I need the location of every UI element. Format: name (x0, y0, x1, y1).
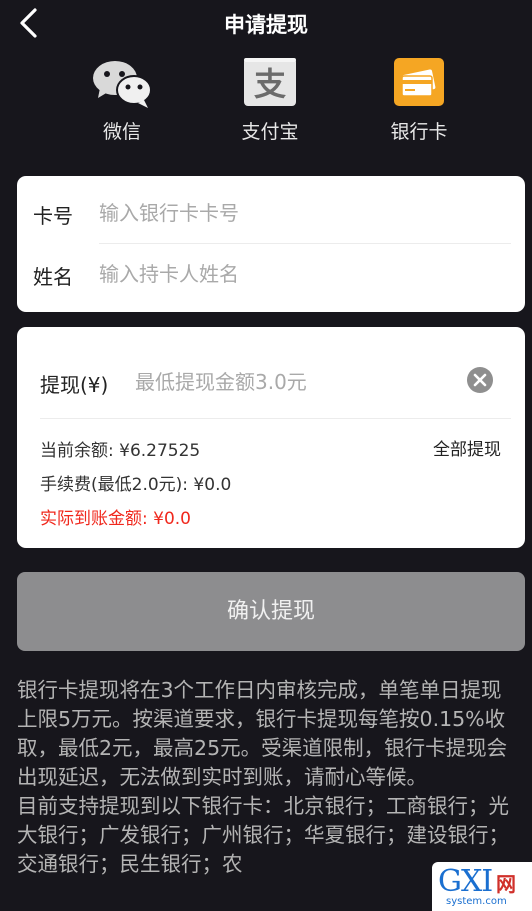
method-wechat[interactable]: 微信 (67, 58, 177, 146)
method-label: 微信 (102, 121, 141, 143)
alipay-icon: 支 (238, 58, 302, 110)
close-circle-icon (467, 367, 493, 393)
divider (99, 243, 511, 244)
card-number-label: 卡号 (33, 204, 73, 228)
site-watermark: GXI 网 system.com (432, 862, 532, 911)
notice-text: 银行卡提现将在3个工作日内审核完成，单笔单日提现上限5万元。按渠道要求，银行卡提… (17, 678, 509, 876)
withdraw-amount-card: 提现(¥) 当前余额: ¥6.27525 全部提现 手续费(最低2.0元): ¥… (17, 327, 525, 548)
watermark-url: system.com (446, 896, 507, 907)
cardholder-name-row: 姓名 (17, 245, 525, 305)
bank-info-card: 卡号 姓名 (17, 176, 525, 312)
method-alipay[interactable]: 支 支付宝 (215, 58, 325, 146)
withdraw-method-selector: 微信 支 支付宝 银行卡 (0, 58, 532, 148)
current-balance: 当前余额: ¥6.27525 (40, 441, 201, 461)
method-label: 支付宝 (241, 121, 299, 143)
service-fee: 手续费(最低2.0元): ¥0.0 (40, 475, 232, 495)
watermark-cn: 网 (496, 872, 516, 896)
bank-card-icon (387, 58, 451, 110)
clear-amount-button[interactable] (466, 366, 494, 394)
method-bank-card[interactable]: 银行卡 (364, 58, 474, 146)
method-label: 银行卡 (390, 121, 448, 143)
confirm-withdraw-button[interactable]: 确认提现 (17, 572, 525, 651)
svg-text:支: 支 (254, 65, 286, 103)
page-title: 申请提现 (224, 13, 308, 37)
divider (40, 418, 511, 419)
amount-input[interactable] (135, 363, 455, 401)
amount-label: 提现(¥) (40, 373, 109, 397)
withdraw-notice: 银行卡提现将在3个工作日内审核完成，单笔单日提现上限5万元。按渠道要求，银行卡提… (17, 676, 521, 879)
card-number-row: 卡号 (17, 184, 525, 244)
card-number-input[interactable] (99, 194, 509, 232)
cardholder-name-label: 姓名 (33, 265, 73, 289)
withdraw-all-button[interactable]: 全部提现 (433, 435, 501, 460)
watermark-brand: GXI (438, 864, 493, 899)
cardholder-name-input[interactable] (99, 255, 509, 293)
actual-amount: 实际到账金额: ¥0.0 (40, 509, 191, 529)
wechat-icon (90, 58, 154, 110)
header: 申请提现 (0, 0, 532, 46)
